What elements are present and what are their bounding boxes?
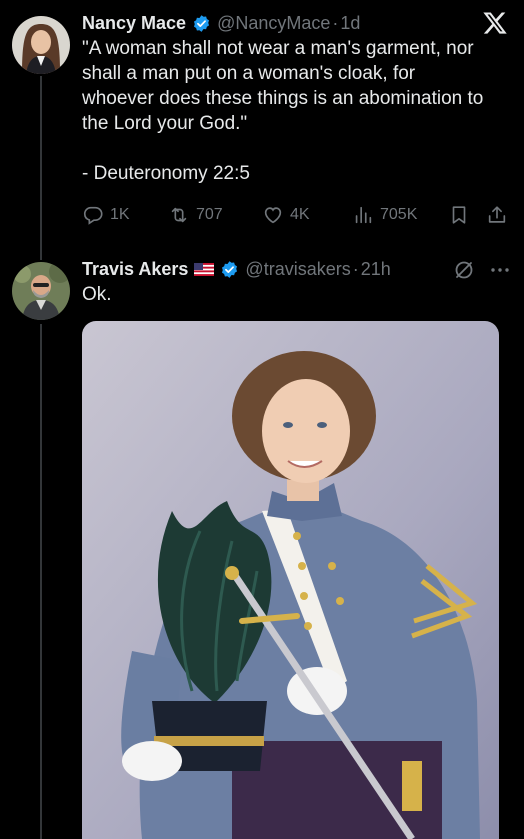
tweet-1-line: whoever does these things is an abominat… <box>82 88 484 109</box>
thread-line-bottom <box>40 324 42 839</box>
tweet-1-citation: - Deuteronomy 22:5 <box>82 163 250 184</box>
tweet-1-header: Nancy Mace @NancyMace · 1d <box>82 13 506 34</box>
like-count: 4K <box>290 206 310 223</box>
author-handle[interactable]: @NancyMace <box>217 13 330 34</box>
author-name[interactable]: Travis Akers <box>82 259 188 280</box>
share-button[interactable] <box>486 204 510 226</box>
separator-dot: · <box>332 13 339 33</box>
x-logo-icon[interactable] <box>482 10 508 36</box>
travis-akers-avatar[interactable] <box>12 262 70 320</box>
author-name[interactable]: Nancy Mace <box>82 13 186 34</box>
reply-count: 1K <box>110 206 130 223</box>
tweet-2-header: Travis Akers @travisakers · 21h <box>82 259 506 280</box>
thread-line-top <box>40 76 42 260</box>
like-button[interactable]: 4K <box>262 204 352 226</box>
views-icon <box>355 206 372 224</box>
post-time[interactable]: 1d <box>340 13 360 34</box>
reply-icon <box>83 206 103 225</box>
reply-button[interactable]: 1K <box>82 204 168 226</box>
tweet-1-line: "A woman shall not wear a man's garment,… <box>82 38 474 59</box>
separator-dot: · <box>352 259 359 279</box>
nancy-mace-avatar[interactable] <box>12 16 70 74</box>
tweet-1-line: shall a man put on a woman's cloak, for <box>82 63 416 84</box>
verified-icon <box>194 15 210 32</box>
like-icon <box>264 207 282 224</box>
verified-icon <box>222 261 238 278</box>
tweet-1[interactable]: Nancy Mace @NancyMace · 1d "A woman shall … <box>82 13 506 186</box>
more-icon[interactable] <box>488 258 512 282</box>
bookmark-icon <box>452 206 466 224</box>
repost-icon <box>171 207 187 223</box>
views-count: 705K <box>380 206 418 223</box>
bookmark-button[interactable] <box>448 204 486 226</box>
repost-count: 707 <box>196 206 223 223</box>
tweet-1-actions: 1K 707 4K 705K <box>82 202 512 228</box>
views-button[interactable]: 705K <box>352 204 448 226</box>
tweet-2-text: Ok. <box>82 284 112 305</box>
tweet-1-line: the Lord your God." <box>82 113 248 134</box>
attached-photo[interactable] <box>82 321 499 839</box>
tweet-2[interactable]: Travis Akers @travisakers · 21h Ok. <box>82 259 506 307</box>
grok-icon[interactable] <box>452 258 476 282</box>
repost-button[interactable]: 707 <box>168 204 262 226</box>
author-handle[interactable]: @travisakers <box>245 259 350 280</box>
share-icon <box>488 206 506 223</box>
us-flag-icon <box>194 263 215 276</box>
tweet-1-text: "A woman shall not wear a man's garment,… <box>82 36 506 186</box>
post-time[interactable]: 21h <box>361 259 391 280</box>
